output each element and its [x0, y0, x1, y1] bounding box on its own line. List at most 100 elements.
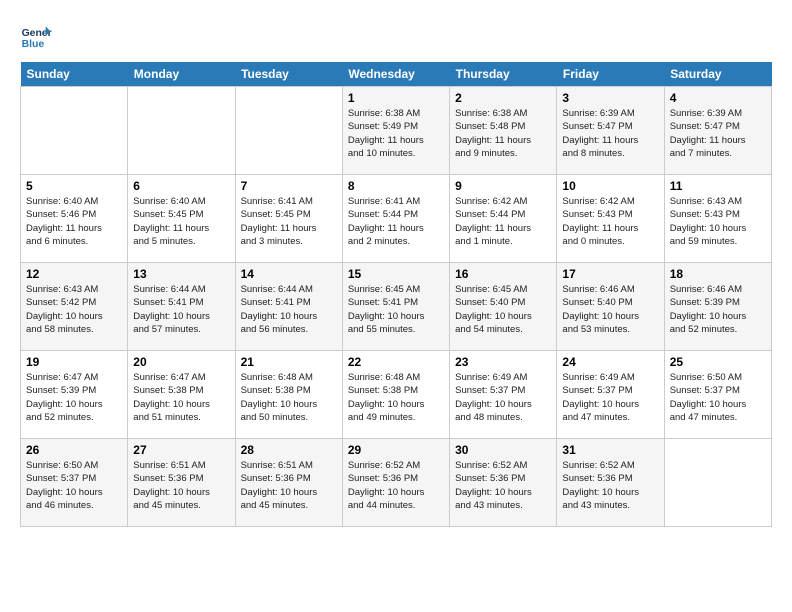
- day-number: 5: [26, 179, 122, 193]
- day-info: Sunrise: 6:52 AM Sunset: 5:36 PM Dayligh…: [562, 459, 658, 512]
- day-number: 17: [562, 267, 658, 281]
- day-info: Sunrise: 6:42 AM Sunset: 5:43 PM Dayligh…: [562, 195, 658, 248]
- day-number: 11: [670, 179, 766, 193]
- day-cell: 15Sunrise: 6:45 AM Sunset: 5:41 PM Dayli…: [342, 263, 449, 351]
- day-number: 24: [562, 355, 658, 369]
- day-cell: 9Sunrise: 6:42 AM Sunset: 5:44 PM Daylig…: [450, 175, 557, 263]
- week-row-2: 5 Sunrise: 6:40 AM Sunset: 5:46 PM Daylig…: [21, 175, 772, 263]
- day-info: Sunrise: 6:52 AM Sunset: 5:36 PM Dayligh…: [455, 459, 551, 512]
- day-info: Sunrise: 6:44 AM Sunset: 5:41 PM Dayligh…: [133, 283, 229, 336]
- day-info: Sunrise: 6:51 AM Sunset: 5:36 PM Dayligh…: [241, 459, 337, 512]
- day-info: Sunrise: 6:44 AM Sunset: 5:41 PM Dayligh…: [241, 283, 337, 336]
- day-cell: 19 Sunrise: 6:47 AM Sunset: 5:39 PM Dayli…: [21, 351, 128, 439]
- week-row-3: 12Sunrise: 6:43 AM Sunset: 5:42 PM Dayli…: [21, 263, 772, 351]
- day-info: Sunrise: 6:40 AM Sunset: 5:46 PM Dayligh…: [26, 195, 122, 248]
- day-info: Sunrise: 6:51 AM Sunset: 5:36 PM Dayligh…: [133, 459, 229, 512]
- day-number: 4: [670, 91, 766, 105]
- day-info: Sunrise: 6:47 AM Sunset: 5:39 PM Dayligh…: [26, 371, 122, 424]
- day-header-tuesday: Tuesday: [235, 62, 342, 87]
- day-number: 25: [670, 355, 766, 369]
- day-info: Sunrise: 6:38 AM Sunset: 5:48 PM Dayligh…: [455, 107, 551, 160]
- day-cell: 10 Sunrise: 6:42 AM Sunset: 5:43 PM Dayli…: [557, 175, 664, 263]
- day-cell: 26 Sunrise: 6:50 AM Sunset: 5:37 PM Dayli…: [21, 439, 128, 527]
- day-cell: 2 Sunrise: 6:38 AM Sunset: 5:48 PM Daylig…: [450, 87, 557, 175]
- day-header-monday: Monday: [128, 62, 235, 87]
- day-number: 18: [670, 267, 766, 281]
- day-cell: 5 Sunrise: 6:40 AM Sunset: 5:46 PM Daylig…: [21, 175, 128, 263]
- day-cell: [128, 87, 235, 175]
- day-cell: 24 Sunrise: 6:49 AM Sunset: 5:37 PM Dayli…: [557, 351, 664, 439]
- day-number: 6: [133, 179, 229, 193]
- day-cell: 13 Sunrise: 6:44 AM Sunset: 5:41 PM Dayli…: [128, 263, 235, 351]
- header-row: SundayMondayTuesdayWednesdayThursdayFrid…: [21, 62, 772, 87]
- day-info: Sunrise: 6:39 AM Sunset: 5:47 PM Dayligh…: [670, 107, 766, 160]
- week-row-4: 19 Sunrise: 6:47 AM Sunset: 5:39 PM Dayli…: [21, 351, 772, 439]
- day-cell: 31 Sunrise: 6:52 AM Sunset: 5:36 PM Dayli…: [557, 439, 664, 527]
- day-number: 21: [241, 355, 337, 369]
- day-cell: 25 Sunrise: 6:50 AM Sunset: 5:37 PM Dayli…: [664, 351, 771, 439]
- day-number: 16: [455, 267, 551, 281]
- day-info: Sunrise: 6:48 AM Sunset: 5:38 PM Dayligh…: [348, 371, 444, 424]
- day-info: Sunrise: 6:43 AM Sunset: 5:43 PM Dayligh…: [670, 195, 766, 248]
- day-info: Sunrise: 6:49 AM Sunset: 5:37 PM Dayligh…: [562, 371, 658, 424]
- day-cell: 21 Sunrise: 6:48 AM Sunset: 5:38 PM Dayli…: [235, 351, 342, 439]
- svg-text:Blue: Blue: [22, 39, 45, 50]
- day-number: 28: [241, 443, 337, 457]
- day-number: 12: [26, 267, 122, 281]
- day-number: 3: [562, 91, 658, 105]
- day-cell: [21, 87, 128, 175]
- day-cell: [235, 87, 342, 175]
- day-info: Sunrise: 6:40 AM Sunset: 5:45 PM Dayligh…: [133, 195, 229, 248]
- day-number: 26: [26, 443, 122, 457]
- day-info: Sunrise: 6:41 AM Sunset: 5:45 PM Dayligh…: [241, 195, 337, 248]
- day-cell: 7 Sunrise: 6:41 AM Sunset: 5:45 PM Daylig…: [235, 175, 342, 263]
- week-row-5: 26 Sunrise: 6:50 AM Sunset: 5:37 PM Dayli…: [21, 439, 772, 527]
- day-number: 14: [241, 267, 337, 281]
- day-cell: 16 Sunrise: 6:45 AM Sunset: 5:40 PM Dayli…: [450, 263, 557, 351]
- day-number: 30: [455, 443, 551, 457]
- day-cell: 17 Sunrise: 6:46 AM Sunset: 5:40 PM Dayli…: [557, 263, 664, 351]
- day-cell: 4 Sunrise: 6:39 AM Sunset: 5:47 PM Daylig…: [664, 87, 771, 175]
- day-cell: 20Sunrise: 6:47 AM Sunset: 5:38 PM Dayli…: [128, 351, 235, 439]
- week-row-1: 1 Sunrise: 6:38 AM Sunset: 5:49 PM Daylig…: [21, 87, 772, 175]
- day-cell: 3 Sunrise: 6:39 AM Sunset: 5:47 PM Daylig…: [557, 87, 664, 175]
- day-info: Sunrise: 6:52 AM Sunset: 5:36 PM Dayligh…: [348, 459, 444, 512]
- day-number: 10: [562, 179, 658, 193]
- day-number: 9: [455, 179, 551, 193]
- day-number: 19: [26, 355, 122, 369]
- day-number: 7: [241, 179, 337, 193]
- day-number: 22: [348, 355, 444, 369]
- day-info: Sunrise: 6:46 AM Sunset: 5:40 PM Dayligh…: [562, 283, 658, 336]
- day-info: Sunrise: 6:50 AM Sunset: 5:37 PM Dayligh…: [26, 459, 122, 512]
- page-header: General Blue: [20, 20, 772, 52]
- day-cell: 6 Sunrise: 6:40 AM Sunset: 5:45 PM Daylig…: [128, 175, 235, 263]
- day-info: Sunrise: 6:46 AM Sunset: 5:39 PM Dayligh…: [670, 283, 766, 336]
- day-header-sunday: Sunday: [21, 62, 128, 87]
- day-info: Sunrise: 6:39 AM Sunset: 5:47 PM Dayligh…: [562, 107, 658, 160]
- day-info: Sunrise: 6:41 AM Sunset: 5:44 PM Dayligh…: [348, 195, 444, 248]
- day-cell: [664, 439, 771, 527]
- day-info: Sunrise: 6:48 AM Sunset: 5:38 PM Dayligh…: [241, 371, 337, 424]
- day-cell: 23Sunrise: 6:49 AM Sunset: 5:37 PM Dayli…: [450, 351, 557, 439]
- day-number: 15: [348, 267, 444, 281]
- day-cell: 30 Sunrise: 6:52 AM Sunset: 5:36 PM Dayli…: [450, 439, 557, 527]
- day-cell: 11 Sunrise: 6:43 AM Sunset: 5:43 PM Dayli…: [664, 175, 771, 263]
- day-cell: 8Sunrise: 6:41 AM Sunset: 5:44 PM Daylig…: [342, 175, 449, 263]
- day-number: 29: [348, 443, 444, 457]
- day-cell: 18 Sunrise: 6:46 AM Sunset: 5:39 PM Dayli…: [664, 263, 771, 351]
- day-number: 31: [562, 443, 658, 457]
- day-number: 2: [455, 91, 551, 105]
- day-info: Sunrise: 6:45 AM Sunset: 5:40 PM Dayligh…: [455, 283, 551, 336]
- day-info: Sunrise: 6:38 AM Sunset: 5:49 PM Dayligh…: [348, 107, 444, 160]
- day-cell: 1 Sunrise: 6:38 AM Sunset: 5:49 PM Daylig…: [342, 87, 449, 175]
- day-info: Sunrise: 6:49 AM Sunset: 5:37 PM Dayligh…: [455, 371, 551, 424]
- day-number: 1: [348, 91, 444, 105]
- day-number: 27: [133, 443, 229, 457]
- logo: General Blue: [20, 20, 52, 52]
- day-cell: 27 Sunrise: 6:51 AM Sunset: 5:36 PM Dayli…: [128, 439, 235, 527]
- day-number: 13: [133, 267, 229, 281]
- day-header-wednesday: Wednesday: [342, 62, 449, 87]
- day-cell: 28 Sunrise: 6:51 AM Sunset: 5:36 PM Dayli…: [235, 439, 342, 527]
- day-info: Sunrise: 6:50 AM Sunset: 5:37 PM Dayligh…: [670, 371, 766, 424]
- day-number: 20: [133, 355, 229, 369]
